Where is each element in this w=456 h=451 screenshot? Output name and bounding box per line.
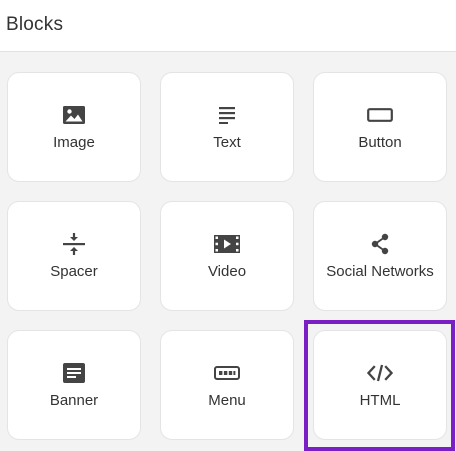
block-text[interactable]: Text — [160, 72, 294, 182]
menu-icon — [161, 361, 293, 385]
button-icon — [314, 103, 446, 127]
code-icon — [314, 361, 446, 385]
spacer-icon — [8, 232, 140, 256]
block-banner[interactable]: Banner — [7, 330, 141, 440]
block-html[interactable]: HTML — [313, 330, 447, 440]
block-label: Spacer — [50, 263, 98, 280]
block-label: Button — [358, 134, 402, 151]
block-spacer[interactable]: Spacer — [7, 201, 141, 311]
block-social-networks[interactable]: Social Networks — [313, 201, 447, 311]
blocks-header: Blocks — [0, 0, 456, 52]
block-image[interactable]: Image — [7, 72, 141, 182]
video-icon — [161, 232, 293, 256]
block-label: Banner — [49, 392, 99, 409]
image-icon — [8, 103, 140, 127]
block-video[interactable]: Video — [160, 201, 294, 311]
block-button[interactable]: Button — [313, 72, 447, 182]
share-icon — [314, 232, 446, 256]
block-label: Social Networks — [326, 263, 434, 280]
block-label: Video — [207, 263, 247, 280]
blocks-grid: Image Text Button Spacer Video Social Ne… — [0, 52, 456, 451]
block-label: Menu — [208, 392, 246, 409]
page-title: Blocks — [6, 14, 64, 35]
banner-icon — [8, 361, 140, 385]
block-label: Image — [53, 134, 95, 151]
block-menu[interactable]: Menu — [160, 330, 294, 440]
block-label: Text — [213, 134, 241, 151]
block-label: HTML — [359, 392, 401, 409]
text-icon — [161, 103, 293, 127]
